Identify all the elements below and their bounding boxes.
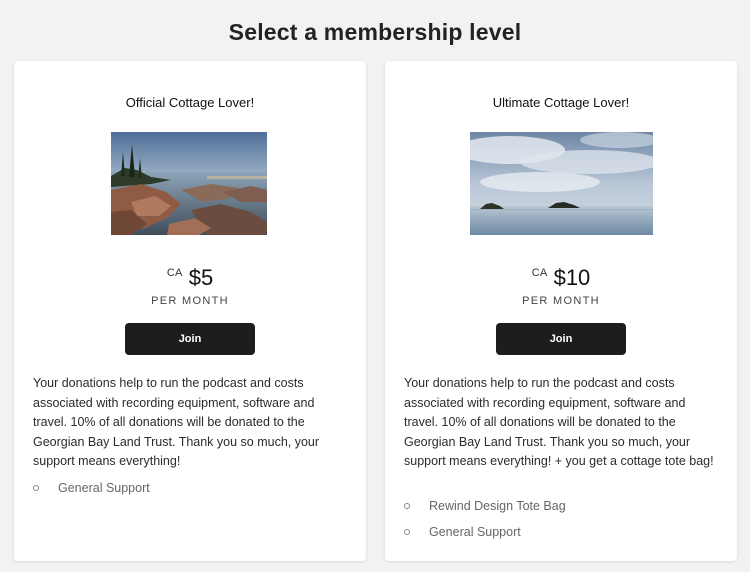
benefit-item: General Support <box>33 479 353 505</box>
bullet-icon <box>404 529 410 535</box>
tier-description: Your donations help to run the podcast a… <box>33 376 320 468</box>
currency-code: CA <box>531 267 548 279</box>
benefits-list: General Support <box>33 479 353 505</box>
price-display: CA $5 <box>14 265 366 291</box>
benefit-label: General Support <box>58 481 150 495</box>
bullet-icon <box>404 503 410 509</box>
benefits-list: Rewind Design Tote Bag General Support <box>404 497 724 549</box>
currency-code: CA <box>166 267 183 279</box>
price-display: CA $10 <box>385 265 737 291</box>
tier-description: Your donations help to run the podcast a… <box>404 376 714 468</box>
join-button[interactable]: Join <box>125 323 255 355</box>
billing-period: PER MONTH <box>151 295 229 307</box>
tier-image-lake-islands <box>470 132 653 235</box>
bullet-icon <box>33 485 39 491</box>
benefit-label: General Support <box>429 525 521 539</box>
benefit-item: General Support <box>404 523 724 549</box>
lake-islands-photo <box>470 132 653 235</box>
rocky-shoreline-photo <box>111 132 267 235</box>
page-title: Select a membership level <box>228 19 522 45</box>
join-button[interactable]: Join <box>496 323 626 355</box>
price-amount: $5 <box>188 265 214 290</box>
tier-image-rocky-shoreline <box>111 132 267 235</box>
tier-name: Official Cottage Lover! <box>125 95 255 110</box>
benefit-label: Rewind Design Tote Bag <box>429 499 566 513</box>
price-amount: $10 <box>553 265 591 290</box>
membership-card-ultimate: Ultimate Cottage Lover! CA $10 PER MONTH… <box>385 61 737 561</box>
tier-name: Ultimate Cottage Lover! <box>492 95 630 110</box>
benefit-item: Rewind Design Tote Bag <box>404 497 724 523</box>
billing-period: PER MONTH <box>522 295 600 307</box>
membership-card-official: Official Cottage Lover! CA $5 PER MONTH … <box>14 61 366 561</box>
